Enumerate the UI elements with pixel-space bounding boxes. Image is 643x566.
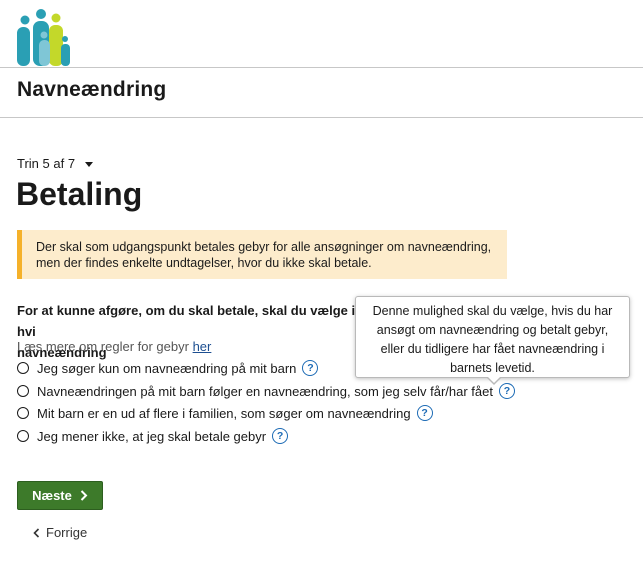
page-title: Betaling xyxy=(16,176,143,212)
option-one-of-several[interactable]: Mit barn er en ud af flere i familien, s… xyxy=(17,405,433,421)
app-title: Navneændring xyxy=(17,78,167,101)
option-follows-own[interactable]: Navneændringen på mit barn følger en nav… xyxy=(17,383,515,399)
back-link-label[interactable]: Forrige xyxy=(46,525,87,540)
caret-down-icon[interactable] xyxy=(85,162,94,167)
step-label: Trin 5 af 7 xyxy=(17,156,76,171)
option-label[interactable]: Navneændringen på mit barn følger en nav… xyxy=(37,384,493,399)
read-more-link[interactable]: her xyxy=(193,339,212,354)
option-only-child[interactable]: Jeg søger kun om navneændring på mit bar… xyxy=(17,360,319,376)
tooltip-arrow xyxy=(487,377,501,385)
top-bar xyxy=(0,0,643,68)
radio-button[interactable] xyxy=(17,407,29,419)
family-logo-icon[interactable] xyxy=(14,8,74,66)
option-no-fee[interactable]: Jeg mener ikke, at jeg skal betale gebyr… xyxy=(17,428,289,444)
help-tooltip: Denne mulighed skal du vælge, hvis du ha… xyxy=(355,296,630,378)
radio-button[interactable] xyxy=(17,430,29,442)
chevron-right-icon xyxy=(80,490,88,501)
info-notice: Der skal som udgangspunkt betales gebyr … xyxy=(17,230,507,279)
next-button[interactable]: Næste xyxy=(17,481,103,510)
chevron-left-icon xyxy=(33,527,40,538)
help-icon[interactable]: ? xyxy=(416,405,433,421)
read-more-label: Læs mere om regler for gebyr xyxy=(17,339,189,354)
next-button-label: Næste xyxy=(32,488,72,503)
back-link[interactable]: Forrige xyxy=(33,525,87,540)
option-label[interactable]: Jeg mener ikke, at jeg skal betale gebyr xyxy=(37,429,266,444)
help-icon[interactable]: ? xyxy=(272,428,289,444)
radio-button[interactable] xyxy=(17,362,29,374)
option-label[interactable]: Jeg søger kun om navneændring på mit bar… xyxy=(37,361,296,376)
step-indicator[interactable]: Trin 5 af 7 xyxy=(17,156,94,171)
fee-question-line1: For at kunne afgøre, om du skal betale, … xyxy=(17,303,356,339)
option-label[interactable]: Mit barn er en ud af flere i familien, s… xyxy=(37,406,411,421)
help-icon[interactable]: ? xyxy=(302,360,319,376)
radio-button[interactable] xyxy=(17,385,29,397)
read-more-text: Læs mere om regler for gebyr her xyxy=(17,339,211,354)
help-icon[interactable]: ? xyxy=(498,383,515,399)
